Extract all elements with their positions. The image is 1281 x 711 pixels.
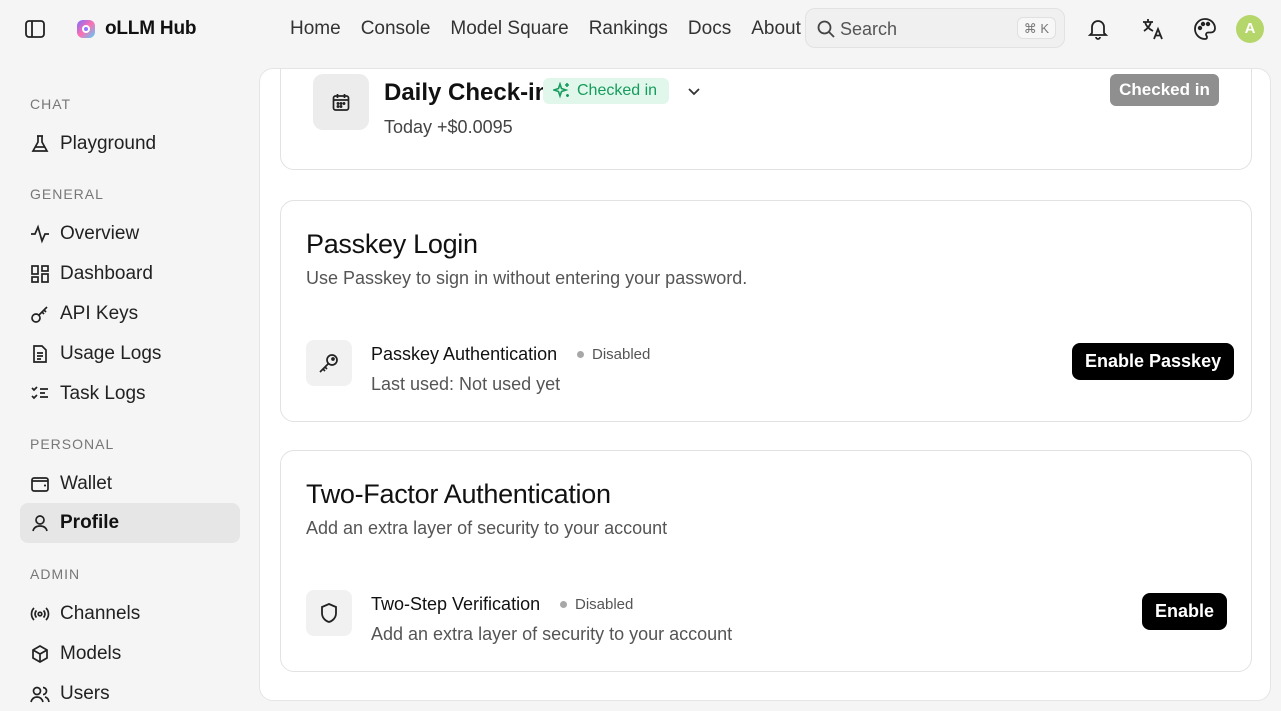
passkey-last-used: Last used: Not used yet: [371, 374, 561, 394]
nav-model-square[interactable]: Model Square: [450, 18, 568, 40]
users-icon: [30, 684, 50, 704]
sidebar-item-dashboard[interactable]: Dashboard: [20, 254, 240, 294]
nav-docs[interactable]: Docs: [688, 18, 731, 40]
search-shortcut: ⌘ K: [1016, 17, 1056, 39]
status-text: Disabled: [575, 596, 634, 613]
main-nav: Home Console Model Square Rankings Docs …: [290, 18, 801, 40]
dashboard-icon: [30, 264, 50, 284]
brand-name[interactable]: oLLM Hub: [105, 18, 196, 40]
enable-passkey-button[interactable]: Enable Passkey: [1072, 343, 1235, 380]
card-title: Two-Factor Authentication: [306, 479, 611, 509]
sidebar-item-models[interactable]: Models: [20, 634, 240, 674]
daily-checkin-card: Daily Check-in Checked in Today +$0.0095…: [280, 69, 1252, 170]
chevron-down-icon[interactable]: [685, 82, 703, 100]
document-icon: [30, 344, 50, 364]
status-dot: [560, 601, 567, 608]
two-step-description: Add an extra layer of security to your a…: [371, 624, 733, 644]
search-placeholder: Search: [840, 19, 898, 39]
checkin-reward: Today +$0.0095: [384, 117, 513, 137]
sidebar-item-label: Usage Logs: [60, 343, 162, 364]
passkey-auth-title: Passkey Authentication: [371, 344, 558, 364]
sidebar-item-label: Profile: [60, 512, 120, 533]
brand-logo-icon[interactable]: [76, 19, 96, 39]
nav-console[interactable]: Console: [361, 18, 431, 40]
sidebar-item-label: Models: [60, 643, 122, 664]
palette-icon[interactable]: [1192, 16, 1218, 42]
radio-icon: [30, 604, 50, 624]
nav-home[interactable]: Home: [290, 18, 341, 40]
card-title: Passkey Login: [306, 229, 478, 259]
passkey-icon-box: [306, 340, 352, 386]
sidebar-item-label: Users: [60, 683, 110, 704]
sidebar-item-overview[interactable]: Overview: [20, 214, 240, 254]
section-personal: PERSONAL: [30, 436, 115, 452]
sidebar-item-playground[interactable]: Playground: [20, 124, 240, 164]
sidebar-item-label: API Keys: [60, 303, 139, 324]
checkin-title: Daily Check-in: [384, 79, 550, 106]
sidebar-item-label: Task Logs: [60, 383, 146, 404]
status-text: Disabled: [592, 346, 651, 363]
search-input[interactable]: Search ⌘ K: [805, 8, 1065, 48]
sidebar-item-api-keys[interactable]: API Keys: [20, 294, 240, 334]
sidebar-item-task-logs[interactable]: Task Logs: [20, 374, 240, 414]
passkey-login-card: Passkey Login Use Passkey to sign in wit…: [280, 200, 1252, 422]
sidebar-item-label: Overview: [60, 223, 140, 244]
section-admin: ADMIN: [30, 566, 81, 582]
card-description: Use Passkey to sign in without entering …: [306, 268, 748, 288]
sidebar-item-label: Dashboard: [60, 263, 153, 284]
two-factor-card: Two-Factor Authentication Add an extra l…: [280, 450, 1252, 672]
user-icon: [30, 513, 50, 533]
section-general: GENERAL: [30, 186, 104, 202]
checked-in-badge: Checked in: [543, 78, 670, 104]
bell-icon[interactable]: [1085, 16, 1111, 42]
search-icon: [816, 19, 836, 39]
calendar-icon-box: [313, 74, 369, 130]
sidebar-item-label: Playground: [60, 133, 157, 154]
badge-label: Checked in: [577, 82, 658, 99]
nav-about[interactable]: About: [751, 18, 801, 40]
sidebar-item-channels[interactable]: Channels: [20, 594, 240, 634]
two-step-title: Two-Step Verification: [371, 594, 541, 614]
card-description: Add an extra layer of security to your a…: [306, 518, 668, 538]
sidebar-item-users[interactable]: Users: [20, 674, 240, 711]
flask-icon: [30, 134, 50, 154]
two-step-status: Disabled: [560, 596, 633, 613]
avatar[interactable]: A: [1236, 15, 1264, 43]
top-bar: oLLM Hub Home Console Model Square Ranki…: [0, 0, 1281, 60]
sparkles-icon: [553, 82, 571, 100]
checked-in-button[interactable]: Checked in: [1110, 74, 1219, 106]
box-icon: [30, 644, 50, 664]
key-icon: [30, 304, 50, 324]
status-dot: [577, 351, 584, 358]
nav-rankings[interactable]: Rankings: [589, 18, 668, 40]
sidebar-item-profile[interactable]: Profile: [20, 503, 240, 543]
sidebar-item-label: Wallet: [60, 473, 113, 494]
wallet-icon: [30, 474, 50, 494]
shield-icon-box: [306, 590, 352, 636]
passkey-status: Disabled: [577, 346, 650, 363]
sidebar-item-label: Channels: [60, 603, 141, 624]
sidebar: CHAT Playground GENERAL Overview Dashboa…: [0, 60, 258, 711]
section-chat: CHAT: [30, 96, 72, 112]
sidebar-toggle-icon[interactable]: [24, 18, 46, 40]
activity-icon: [30, 224, 50, 244]
main-content: Daily Check-in Checked in Today +$0.0095…: [259, 68, 1271, 701]
translate-icon[interactable]: [1140, 16, 1166, 42]
enable-2fa-button[interactable]: Enable: [1142, 593, 1228, 630]
sidebar-item-usage-logs[interactable]: Usage Logs: [20, 334, 240, 374]
list-checks-icon: [30, 384, 50, 404]
sidebar-item-wallet[interactable]: Wallet: [20, 464, 240, 504]
